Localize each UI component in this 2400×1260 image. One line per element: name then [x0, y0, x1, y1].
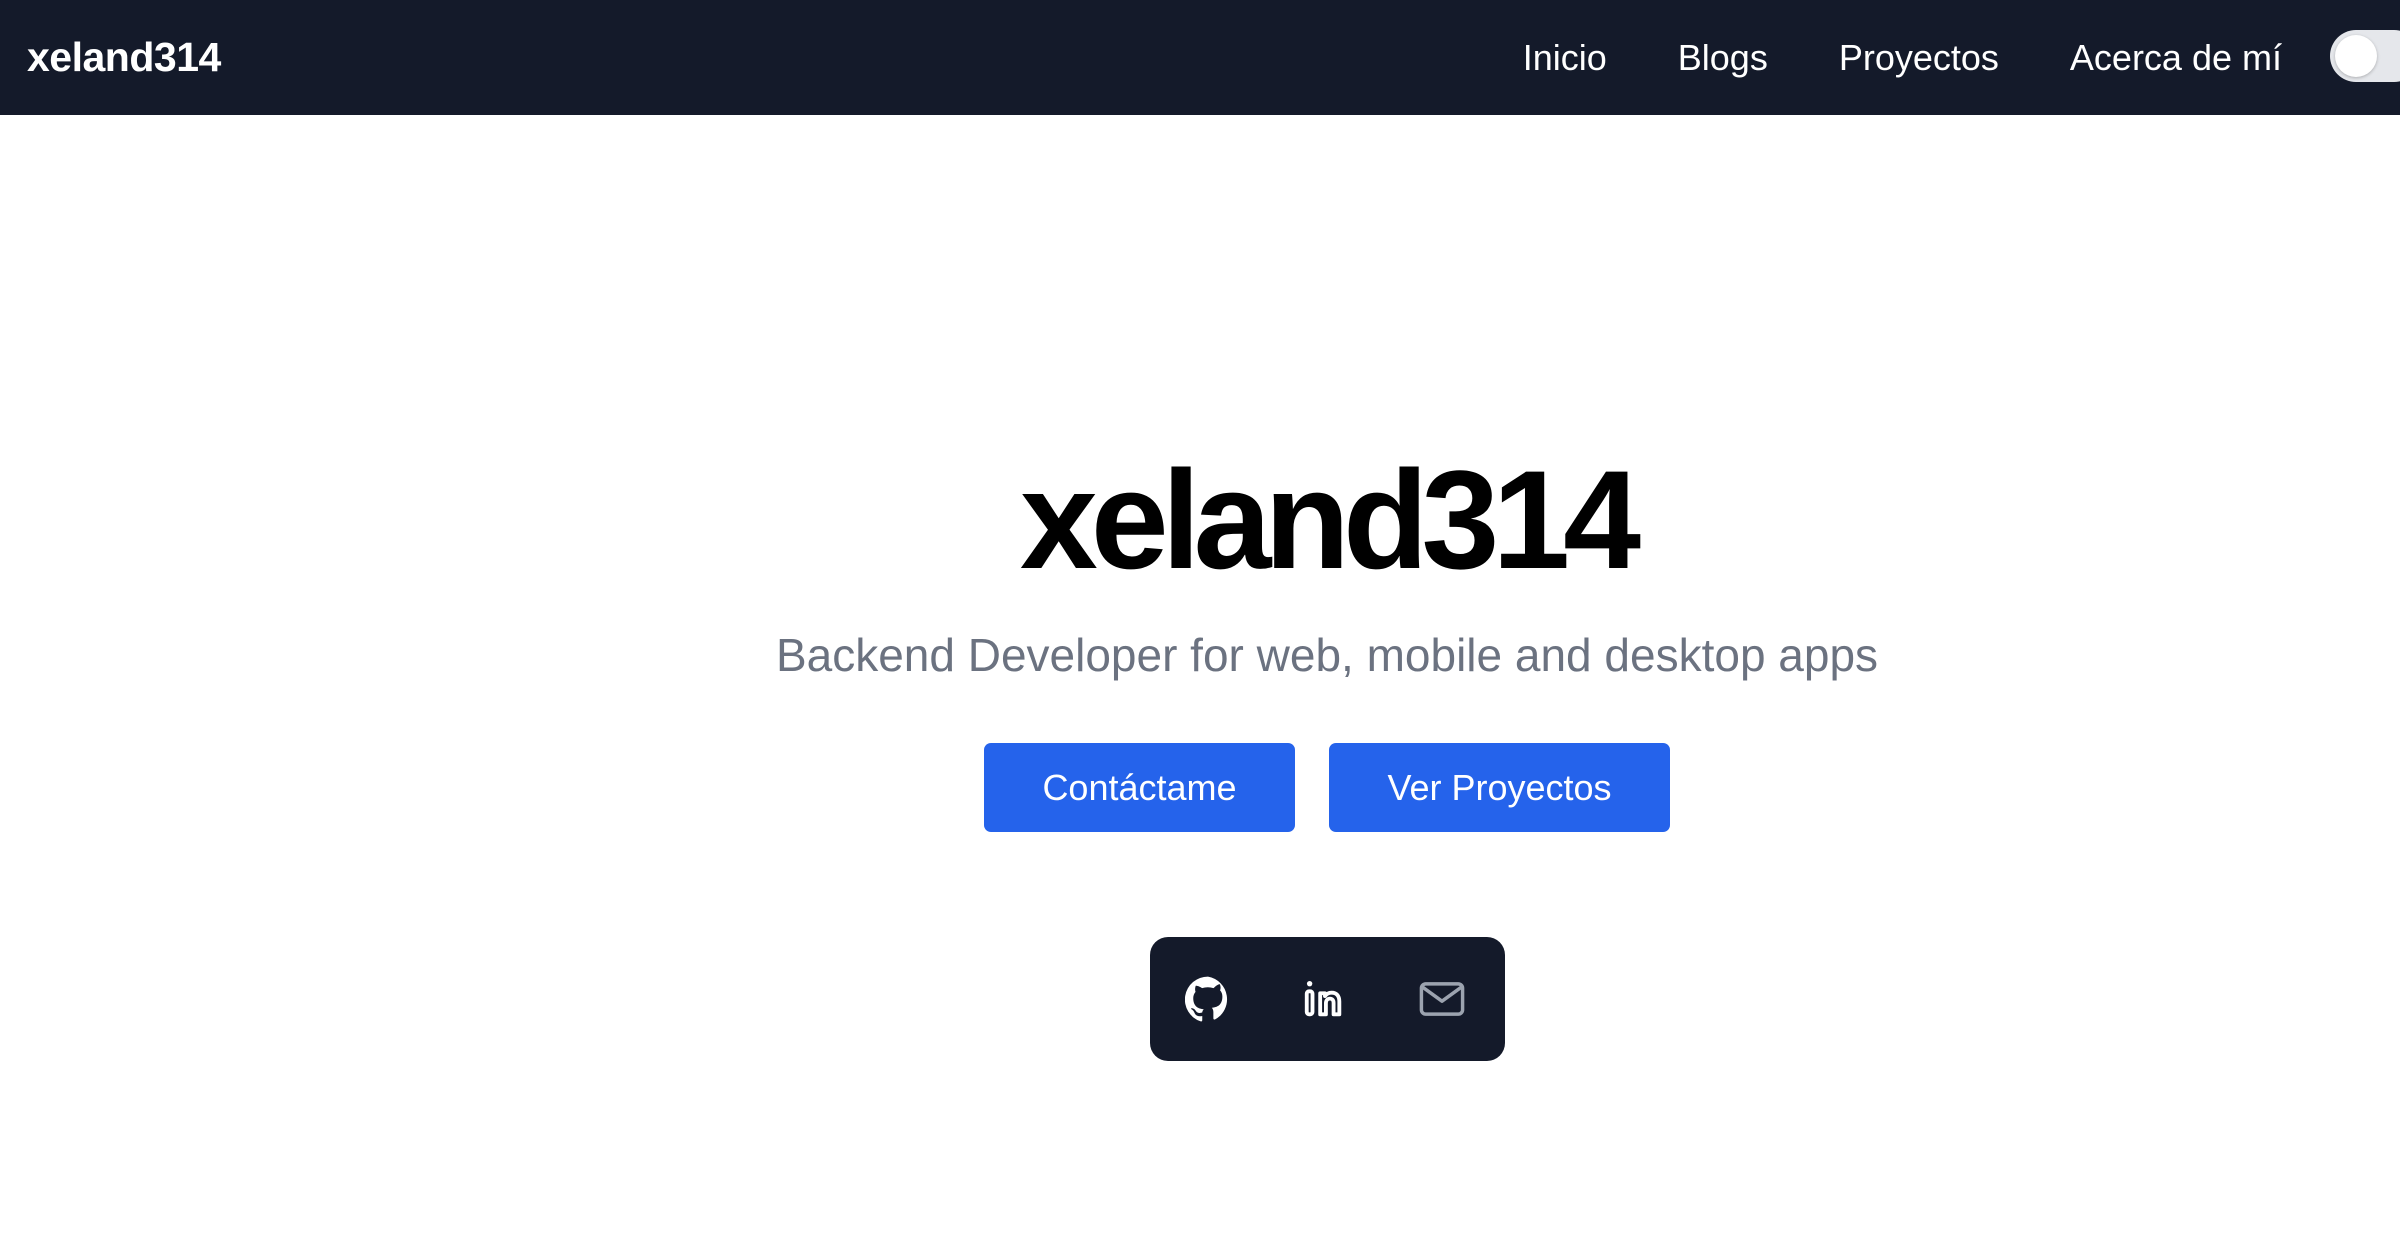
- linkedin-icon[interactable]: [1292, 967, 1356, 1031]
- view-projects-button[interactable]: Ver Proyectos: [1329, 743, 1670, 832]
- brand-logo[interactable]: xeland314: [27, 30, 221, 85]
- nav-link-proyectos[interactable]: Proyectos: [1839, 30, 1999, 85]
- nav-link-acerca[interactable]: Acerca de mí: [2070, 30, 2282, 85]
- nav-link-blogs[interactable]: Blogs: [1678, 30, 1768, 85]
- mail-icon[interactable]: [1410, 967, 1474, 1031]
- hero-subtitle: Backend Developer for web, mobile and de…: [775, 629, 1879, 681]
- theme-toggle[interactable]: [2330, 30, 2400, 82]
- hero-title: xeland314: [1019, 441, 1641, 598]
- toggle-knob: [2335, 35, 2377, 77]
- social-links-bar: [1150, 937, 1505, 1061]
- navbar: xeland314 Inicio Blogs Proyectos Acerca …: [0, 0, 2400, 115]
- contact-button[interactable]: Contáctame: [984, 743, 1295, 832]
- nav-links: Inicio Blogs Proyectos Acerca de mí: [1452, 30, 2282, 85]
- nav-link-inicio[interactable]: Inicio: [1523, 30, 1607, 85]
- github-icon[interactable]: [1176, 967, 1240, 1031]
